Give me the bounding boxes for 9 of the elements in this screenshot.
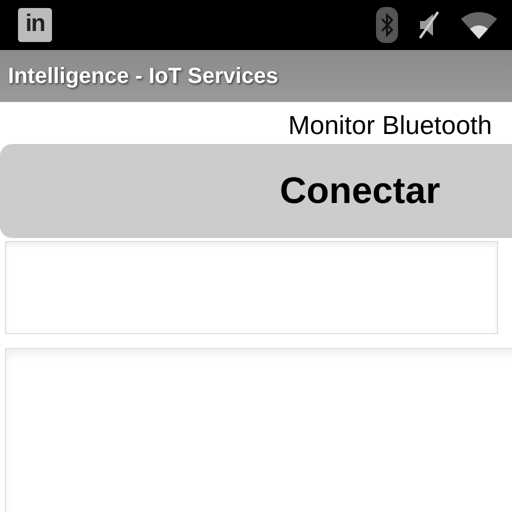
input-field[interactable] bbox=[5, 241, 498, 334]
muted-speaker-icon bbox=[416, 10, 442, 40]
text-area[interactable] bbox=[5, 348, 512, 512]
screen-heading: Monitor Bluetooth bbox=[288, 110, 492, 142]
connect-button[interactable]: Conectar bbox=[0, 144, 512, 238]
wifi-icon bbox=[460, 11, 498, 39]
bluetooth-icon bbox=[376, 7, 398, 43]
app-title: Intelligence - IoT Services bbox=[8, 63, 278, 89]
notification-icon: in bbox=[18, 8, 52, 42]
